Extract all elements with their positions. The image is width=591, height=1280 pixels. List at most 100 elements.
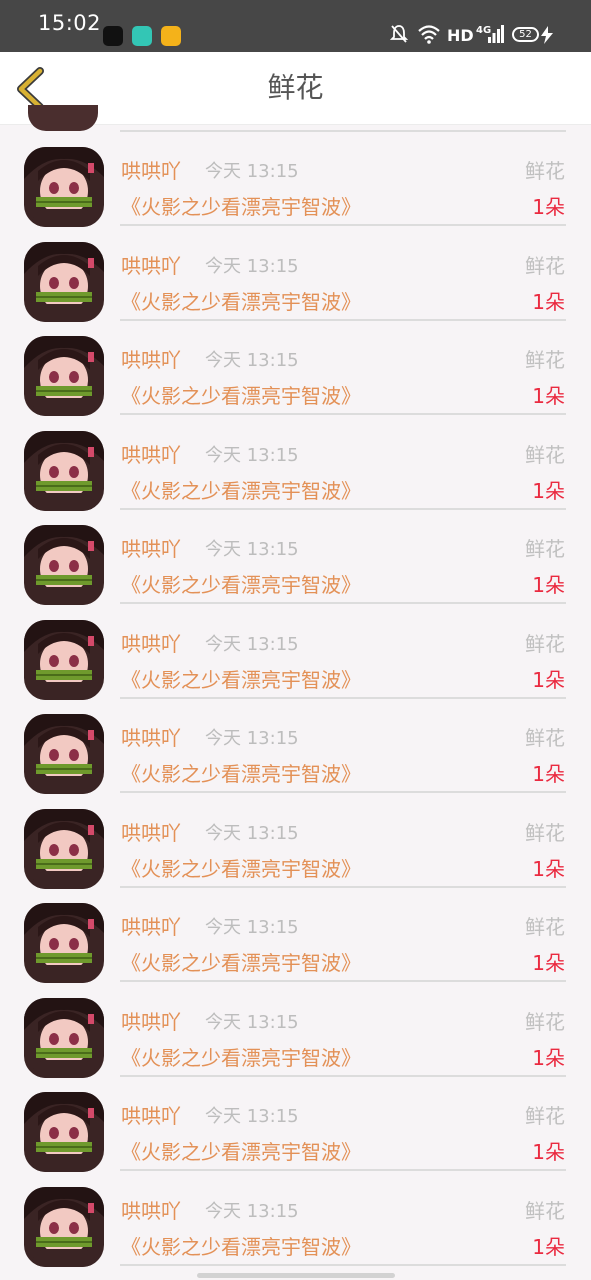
divider	[120, 413, 566, 415]
avatar[interactable]	[24, 241, 104, 322]
gift-type: 鲜花	[525, 726, 565, 750]
chat-app-icon	[132, 26, 152, 46]
book-title[interactable]: 《火影之少看漂亮宇智波》	[121, 380, 361, 409]
user-name: 哄哄吖	[121, 726, 181, 750]
partial-divider	[120, 130, 566, 132]
avatar-image	[24, 1186, 104, 1267]
divider	[120, 318, 566, 321]
gift-list-item[interactable]: 哄哄吖 今天 13:15 鲜花 《火影之少看漂亮宇智波》 1朵	[0, 1087, 591, 1182]
avatar[interactable]	[24, 430, 104, 511]
avatar-image	[24, 147, 104, 227]
divider	[120, 885, 566, 888]
gift-list-item[interactable]: 哄哄吖 今天 13:15 鲜花 《火影之少看漂亮宇智波》 1朵	[0, 331, 591, 426]
timestamp: 今天 13:15	[205, 255, 299, 277]
timestamp: 今天 13:15	[205, 1106, 299, 1127]
divider	[120, 696, 566, 699]
book-title[interactable]: 《火影之少看漂亮宇智波》	[121, 947, 361, 976]
gift-list-item[interactable]: 哄哄吖 今天 13:15 鲜花 《火影之少看漂亮宇智波》 1朵	[0, 237, 591, 332]
user-name: 哄哄吖	[121, 631, 181, 656]
divider	[120, 1169, 566, 1171]
timestamp: 今天 13:15	[205, 1200, 299, 1222]
back-button[interactable]	[12, 66, 56, 111]
notification-app-icons	[103, 26, 181, 46]
timestamp: 今天 13:15	[205, 1011, 299, 1033]
reader-app-icon	[161, 26, 181, 46]
user-name: 哄哄吖	[121, 253, 181, 278]
avatar-image	[24, 430, 104, 511]
book-title[interactable]: 《火影之少看漂亮宇智波》	[121, 1136, 361, 1165]
gift-type: 鲜花	[525, 1104, 565, 1128]
gift-count: 1朵	[532, 762, 565, 786]
avatar-image	[24, 714, 104, 794]
user-name: 哄哄吖	[121, 820, 181, 845]
book-title[interactable]: 《火影之少看漂亮宇智波》	[121, 191, 361, 220]
book-title[interactable]: 《火影之少看漂亮宇智波》	[121, 1042, 361, 1071]
gift-list-item[interactable]: 哄哄吖 今天 13:15 鲜花 《火影之少看漂亮宇智波》 1朵	[0, 142, 591, 237]
gift-type: 鲜花	[525, 348, 565, 372]
home-indicator[interactable]	[197, 1273, 395, 1278]
gift-list-item[interactable]: 哄哄吖 今天 13:15 鲜花 《火影之少看漂亮宇智波》 1朵	[0, 615, 591, 710]
user-name: 哄哄吖	[121, 348, 181, 372]
book-title[interactable]: 《火影之少看漂亮宇智波》	[121, 475, 361, 504]
avatar[interactable]	[24, 997, 104, 1078]
timestamp: 今天 13:15	[205, 822, 299, 844]
gift-count: 1朵	[532, 1234, 565, 1259]
timestamp: 今天 13:15	[205, 444, 299, 466]
timestamp: 今天 13:15	[205, 917, 299, 938]
avatar[interactable]	[24, 1186, 104, 1267]
divider	[120, 224, 566, 226]
avatar[interactable]	[24, 619, 104, 700]
gift-type: 鲜花	[525, 1009, 565, 1034]
gift-list-item[interactable]: 哄哄吖 今天 13:15 鲜花 《火影之少看漂亮宇智波》 1朵	[0, 1182, 591, 1277]
book-title[interactable]: 《火影之少看漂亮宇智波》	[121, 286, 361, 315]
avatar[interactable]	[24, 903, 104, 983]
book-title[interactable]: 《火影之少看漂亮宇智波》	[121, 758, 361, 787]
gift-list-item[interactable]: 哄哄吖 今天 13:15 鲜花 《火影之少看漂亮宇智波》 1朵	[0, 520, 591, 615]
gift-type: 鲜花	[525, 820, 565, 845]
timestamp: 今天 13:15	[205, 728, 299, 749]
avatar[interactable]	[24, 1092, 104, 1172]
gift-list-item[interactable]: 哄哄吖 今天 13:15 鲜花 《火影之少看漂亮宇智波》 1朵	[0, 993, 591, 1088]
book-title[interactable]: 《火影之少看漂亮宇智波》	[121, 853, 361, 882]
timestamp: 今天 13:15	[205, 539, 299, 560]
bell-off-icon	[390, 25, 408, 43]
avatar[interactable]	[24, 808, 104, 889]
gift-type: 鲜花	[525, 537, 565, 561]
avatar[interactable]	[24, 525, 104, 605]
avatar-image	[24, 241, 104, 322]
timestamp: 今天 13:15	[205, 633, 299, 655]
gift-count: 1朵	[532, 573, 565, 597]
gift-list-item[interactable]: 哄哄吖 今天 13:15 鲜花 《火影之少看漂亮宇智波》 1朵	[0, 426, 591, 521]
avatar-image	[24, 808, 104, 889]
gift-count: 1朵	[532, 951, 565, 975]
divider	[120, 602, 566, 604]
avatar-image	[24, 1092, 104, 1172]
avatar-image	[24, 336, 104, 416]
gift-count: 1朵	[532, 1140, 565, 1164]
gift-count: 1朵	[532, 289, 565, 314]
book-title[interactable]: 《火影之少看漂亮宇智波》	[121, 569, 361, 598]
avatar[interactable]	[24, 714, 104, 794]
gift-count: 1朵	[532, 478, 565, 503]
user-name: 哄哄吖	[121, 442, 181, 467]
gift-list-item[interactable]: 哄哄吖 今天 13:15 鲜花 《火影之少看漂亮宇智波》 1朵	[0, 804, 591, 899]
charging-icon	[541, 26, 553, 44]
avatar[interactable]	[24, 336, 104, 416]
gift-type: 鲜花	[525, 631, 565, 656]
divider	[120, 507, 566, 510]
tiktok-icon	[103, 26, 123, 46]
gift-type: 鲜花	[525, 442, 565, 467]
status-bar: 15:02 HD 4G 52	[0, 0, 591, 52]
avatar[interactable]	[24, 147, 104, 227]
gift-count: 1朵	[532, 856, 565, 881]
user-name: 哄哄吖	[121, 159, 181, 183]
divider	[120, 980, 566, 982]
timestamp: 今天 13:15	[205, 350, 299, 371]
gift-count: 1朵	[532, 384, 565, 408]
book-title[interactable]: 《火影之少看漂亮宇智波》	[121, 664, 361, 693]
gift-list-item[interactable]: 哄哄吖 今天 13:15 鲜花 《火影之少看漂亮宇智波》 1朵	[0, 709, 591, 804]
book-title[interactable]: 《火影之少看漂亮宇智波》	[121, 1231, 361, 1260]
user-name: 哄哄吖	[121, 1198, 181, 1223]
gift-count: 1朵	[532, 1045, 565, 1070]
gift-list-item[interactable]: 哄哄吖 今天 13:15 鲜花 《火影之少看漂亮宇智波》 1朵	[0, 898, 591, 993]
